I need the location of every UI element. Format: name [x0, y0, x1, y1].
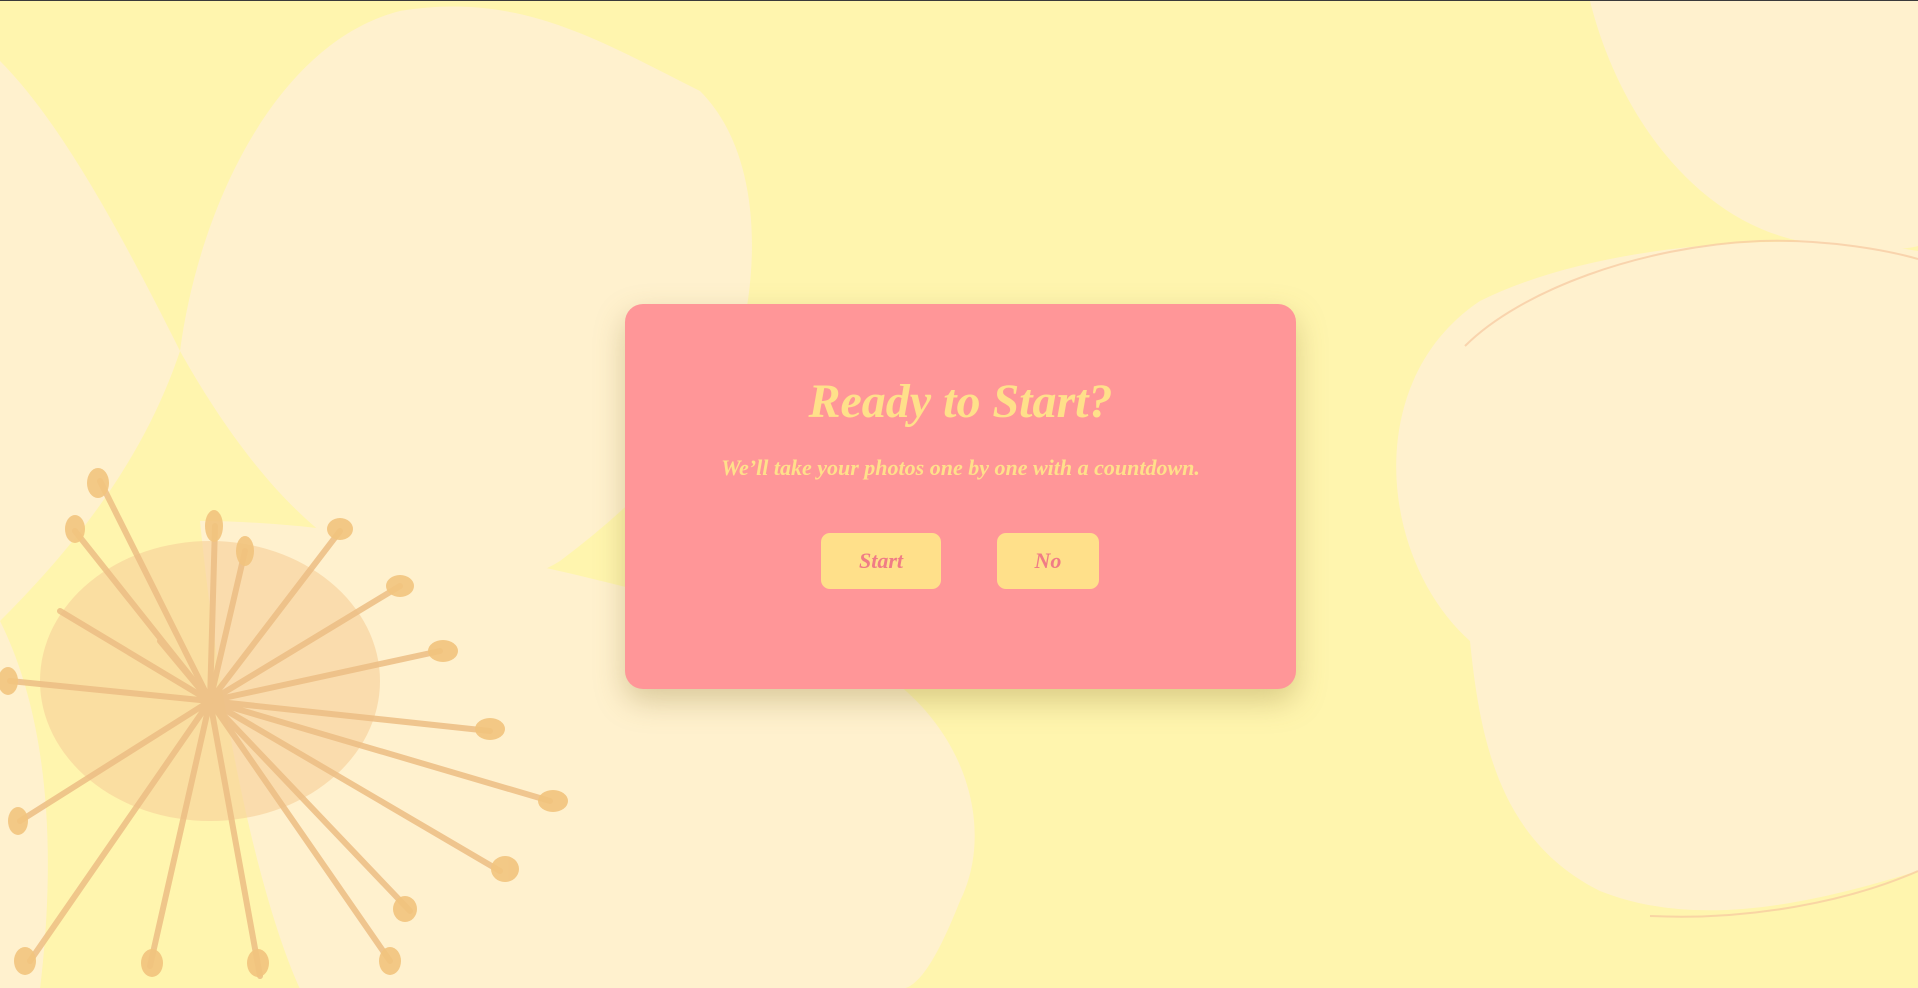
start-button[interactable]: Start	[821, 533, 941, 589]
right-flower-illustration	[1396, 1, 1918, 911]
no-button[interactable]: No	[997, 533, 1099, 589]
dialog-subtitle: We’ll take your photos one by one with a…	[721, 455, 1200, 480]
dialog-title: Ready to Start?	[808, 375, 1113, 428]
start-dialog: Ready to Start? We’ll take your photos o…	[625, 304, 1296, 689]
